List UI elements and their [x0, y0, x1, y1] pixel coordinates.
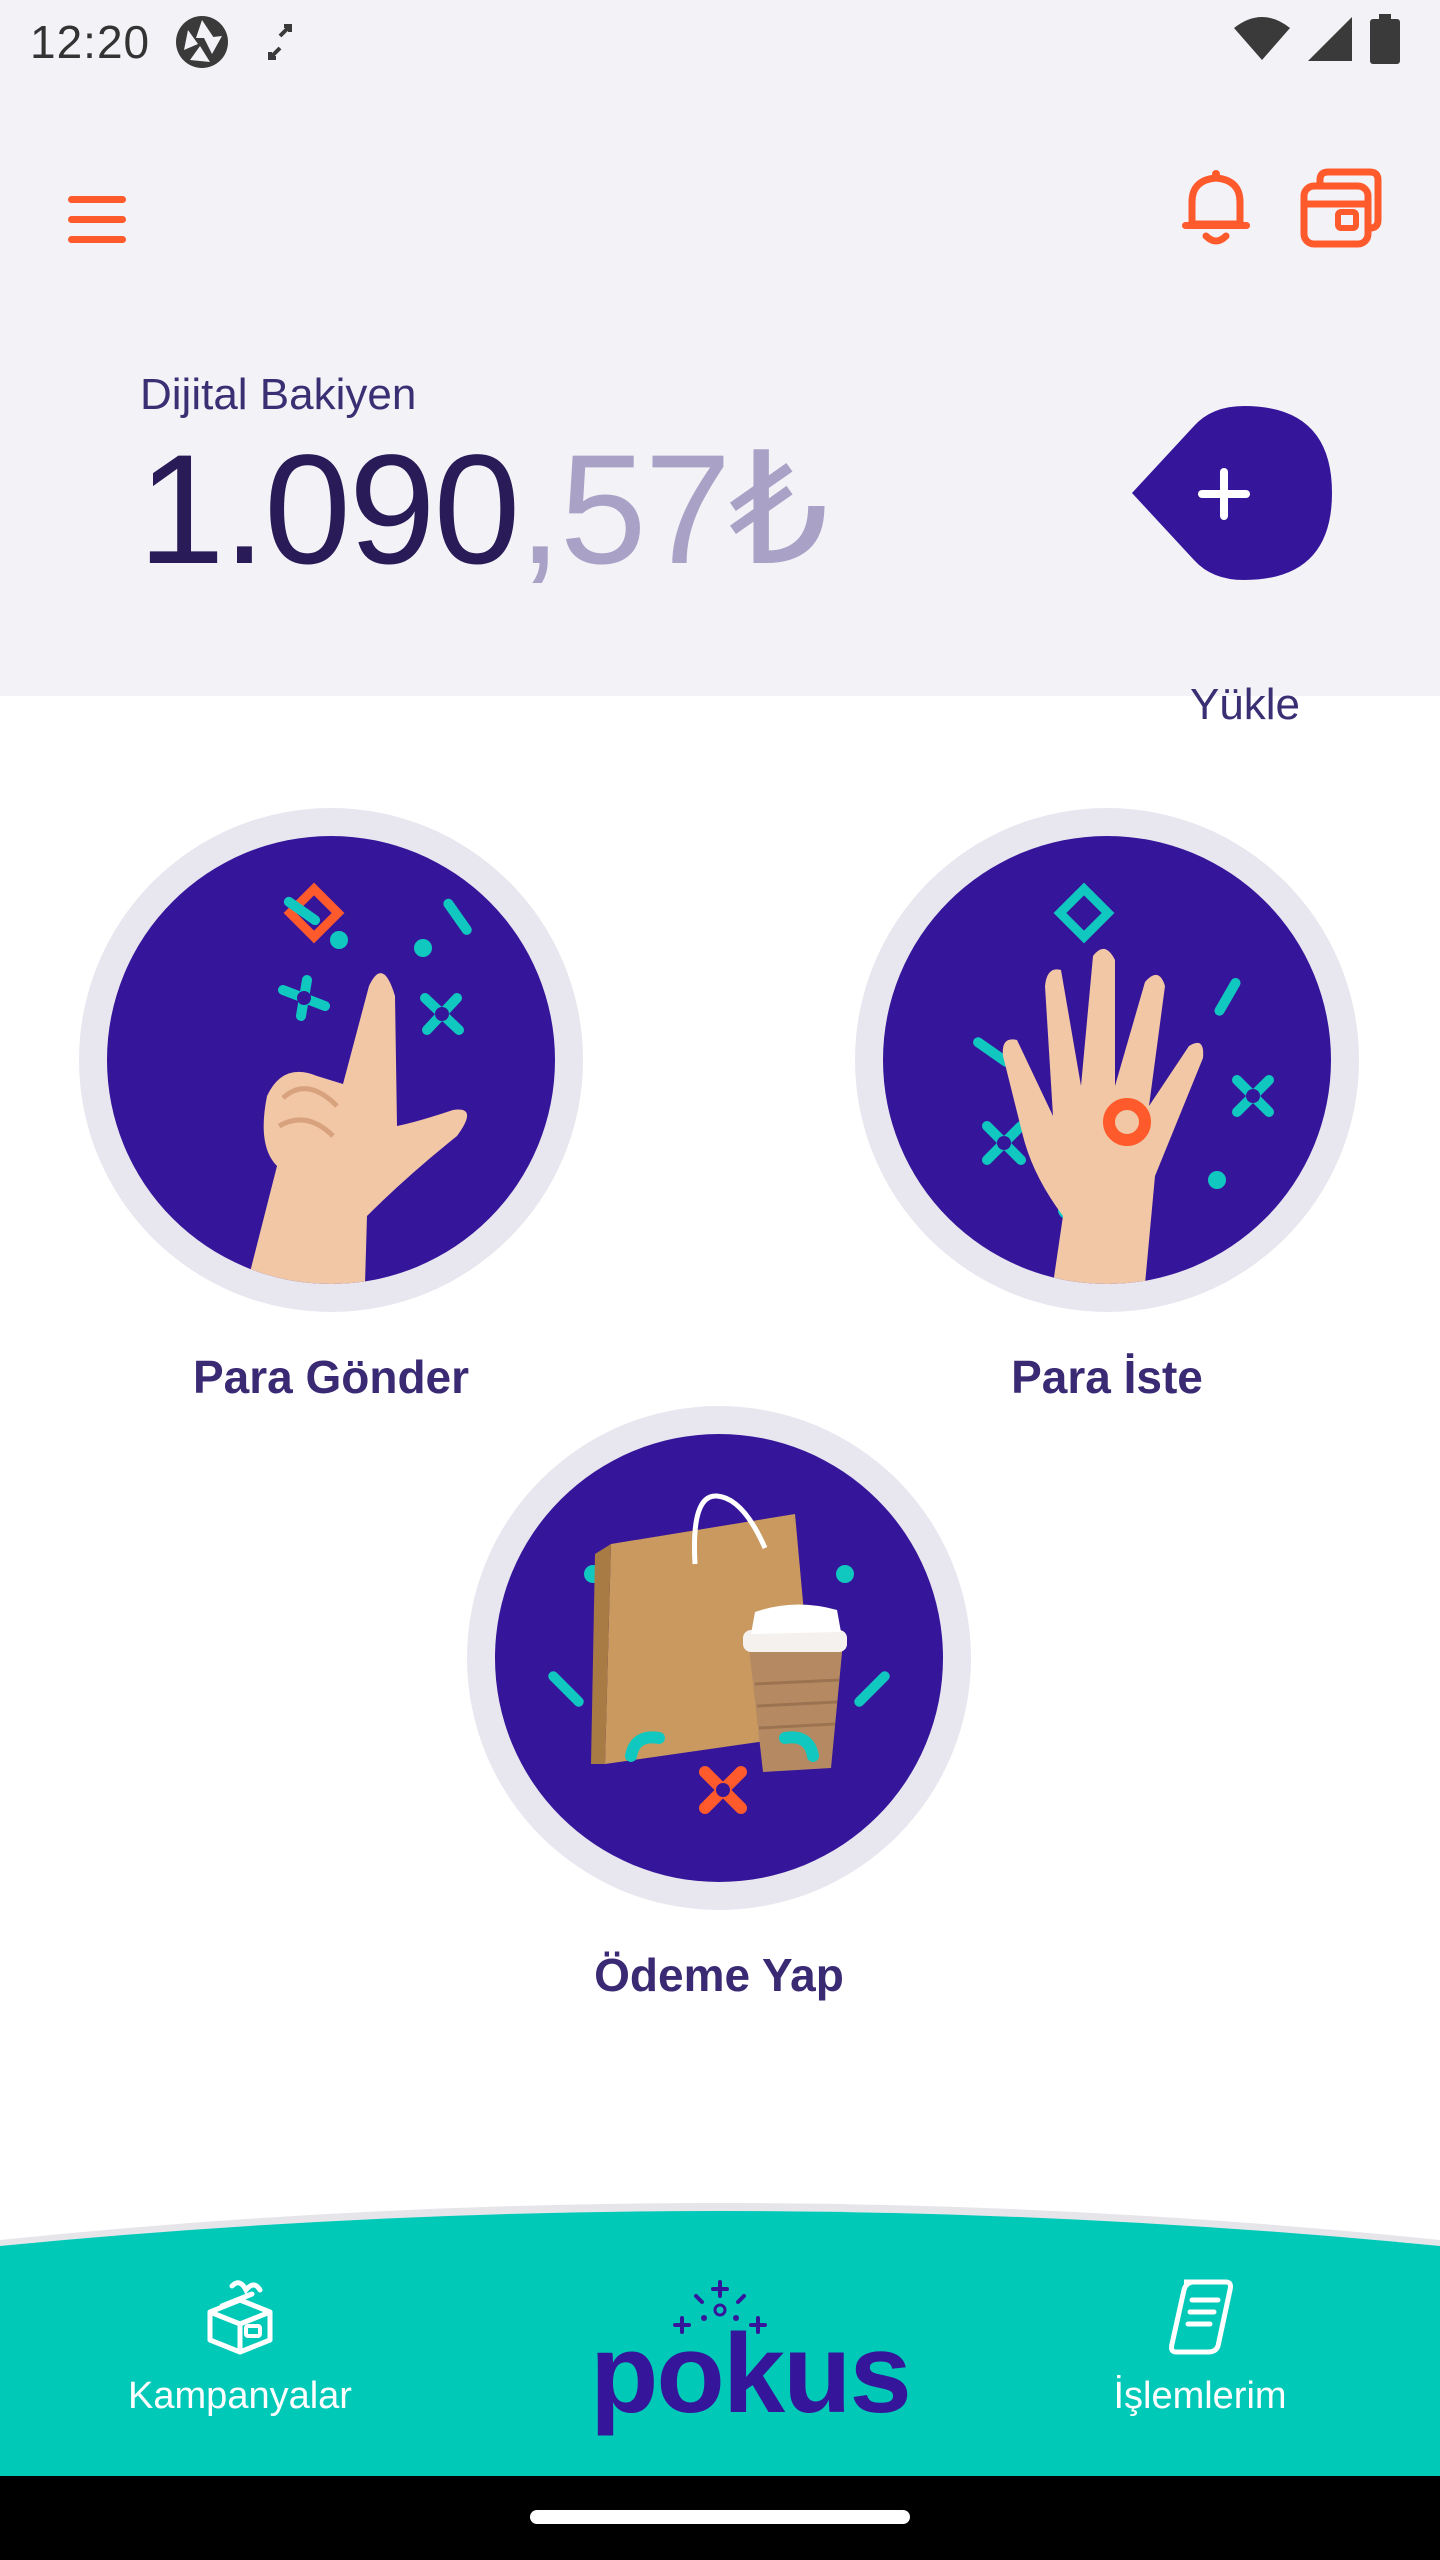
request-money-label: Para İste: [1011, 1351, 1203, 1403]
pokus-logo[interactable]: pokus: [590, 2278, 912, 2438]
status-bar: 12:20: [0, 0, 1440, 84]
pokus-logo-text: pokus: [590, 2311, 912, 2436]
load-label[interactable]: Yükle: [1160, 680, 1330, 730]
receipt-scroll-icon: [1169, 2279, 1233, 2355]
nav-transactions-label: İşlemlerim: [1113, 2375, 1287, 2417]
battery-icon: [1370, 14, 1400, 64]
status-time: 12:20: [30, 16, 151, 68]
request-money-button[interactable]: Para İste: [852, 808, 1362, 1404]
signal-icon: [1308, 17, 1352, 61]
make-payment-button[interactable]: Ödeme Yap: [464, 1406, 974, 2002]
shopping-bag-coffee-illustration: [548, 1493, 890, 1814]
camera-shutter-icon: [176, 16, 229, 68]
balance-label: Dijital Bakiyen: [140, 370, 417, 419]
screen-rotate-icon: [268, 24, 293, 60]
balance-amount: 1.090,57₺: [138, 432, 829, 588]
nav-campaigns[interactable]: Kampanyalar: [80, 2276, 400, 2418]
send-money-label: Para Gönder: [192, 1351, 470, 1403]
send-money-button[interactable]: Para Gönder: [76, 808, 586, 1404]
cards-icon[interactable]: [1298, 164, 1384, 250]
hand-request-illustration: [973, 882, 1274, 1284]
bell-icon[interactable]: [1176, 166, 1256, 246]
system-navigation-bar: [0, 2476, 1440, 2560]
hamburger-menu-icon[interactable]: [62, 184, 134, 256]
load-button[interactable]: [1128, 406, 1332, 580]
make-payment-circle[interactable]: [467, 1406, 971, 1910]
make-payment-label: Ödeme Yap: [594, 1949, 844, 2001]
hand-send-illustration: [247, 882, 472, 1284]
balance-decimal: ,57₺: [518, 423, 828, 597]
nav-transactions[interactable]: İşlemlerim: [1040, 2276, 1360, 2418]
balance-whole: 1.090: [138, 423, 520, 597]
balance-section: Dijital Bakiyen 1.090,57₺ Yükle: [0, 84, 1440, 729]
home-gesture-handle[interactable]: [530, 2510, 910, 2524]
wifi-icon: [1234, 17, 1290, 60]
request-money-circle[interactable]: [855, 808, 1359, 1312]
send-money-circle[interactable]: [79, 808, 583, 1312]
nav-campaigns-label: Kampanyalar: [128, 2375, 352, 2417]
gift-box-icon: [207, 2280, 273, 2355]
bottom-navigation: Kampanyalar pokus İşlemlerim: [0, 2196, 1440, 2476]
